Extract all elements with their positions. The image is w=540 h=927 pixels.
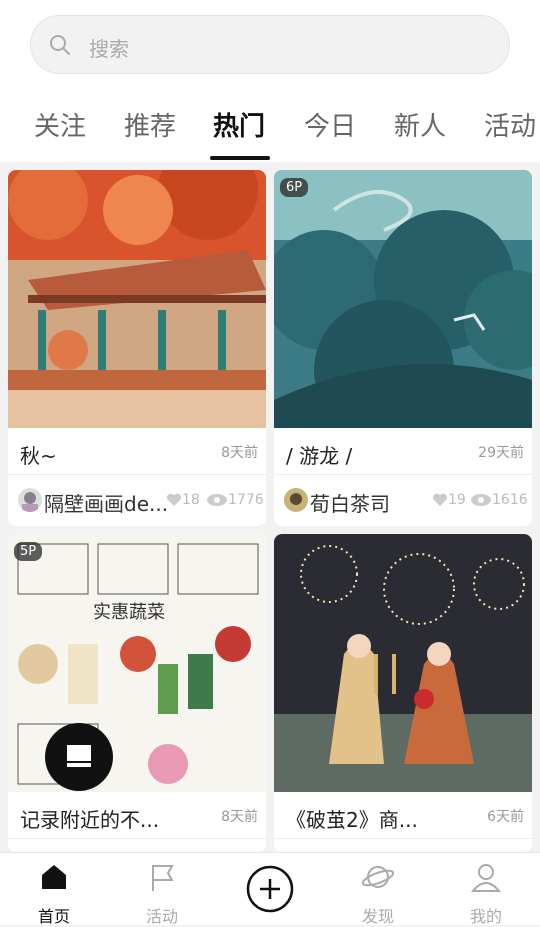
nav-label: 发现 xyxy=(361,907,394,926)
tab-recommend[interactable]: 推荐 xyxy=(124,106,176,143)
like-count: 18 xyxy=(166,492,200,508)
author-name[interactable]: 荀白茶司 xyxy=(310,488,390,517)
post-card[interactable]: 实惠蔬菜 5P 记录附近的不... 8天前 xyxy=(8,534,266,852)
planet-icon xyxy=(362,866,394,888)
divider xyxy=(274,474,532,475)
post-title: 记录附近的不... xyxy=(20,808,160,832)
post-image[interactable] xyxy=(274,170,532,428)
post-age: 29天前 xyxy=(478,445,524,461)
nav-activity[interactable]: 活动 xyxy=(122,853,202,926)
flag-icon xyxy=(152,865,174,891)
active-tab-indicator xyxy=(210,156,270,160)
nav-profile[interactable]: 我的 xyxy=(446,853,526,926)
search-placeholder: 搜索 xyxy=(89,37,129,61)
top-header: 搜索 关注 推荐 热门 今日 新人 活动 xyxy=(0,0,540,162)
post-card[interactable]: 《破茧2》商... 6天前 xyxy=(274,534,532,852)
home-icon xyxy=(42,865,66,889)
eye-icon xyxy=(207,494,227,506)
like-count: 19 xyxy=(432,492,466,508)
tab-today[interactable]: 今日 xyxy=(304,106,356,143)
view-count: 1616 xyxy=(470,492,528,508)
avatar[interactable] xyxy=(18,488,42,512)
view-value: 1616 xyxy=(492,492,528,508)
post-age: 8天前 xyxy=(221,809,258,825)
author-name[interactable]: 隔壁画画de... xyxy=(44,488,168,517)
post-image[interactable] xyxy=(8,170,266,428)
avatar[interactable] xyxy=(284,488,308,512)
post-card[interactable]: 秋~ 8天前 隔壁画画de... 18 1776 xyxy=(8,170,266,526)
tab-events[interactable]: 活动 xyxy=(484,106,536,143)
divider xyxy=(274,838,532,839)
user-icon xyxy=(470,864,502,892)
nav-label: 首页 xyxy=(37,907,70,926)
search-icon xyxy=(50,35,70,55)
post-card[interactable]: 6P / 游龙 / 29天前 荀白茶司 19 1616 xyxy=(274,170,532,526)
post-title: 秋~ xyxy=(20,444,57,468)
tab-follow[interactable]: 关注 xyxy=(34,106,86,143)
tab-hot[interactable]: 热门 xyxy=(213,106,265,143)
heart-icon xyxy=(432,493,448,506)
svg-text:实惠蔬菜: 实惠蔬菜 xyxy=(93,602,165,623)
like-value: 18 xyxy=(182,492,200,508)
page-count-badge: 6P xyxy=(280,178,309,197)
like-value: 19 xyxy=(448,492,466,508)
search-bar[interactable]: 搜索 xyxy=(30,15,510,74)
divider xyxy=(8,838,266,839)
nav-label: 活动 xyxy=(145,907,178,926)
nav-home[interactable]: 首页 xyxy=(14,853,94,926)
post-title: / 游龙 / xyxy=(286,444,353,468)
heart-icon xyxy=(166,493,182,506)
divider xyxy=(8,474,266,475)
post-age: 6天前 xyxy=(487,809,524,825)
panel-icon xyxy=(67,745,91,767)
view-value: 1776 xyxy=(228,492,264,508)
bottom-nav: 首页 活动 发现 我的 xyxy=(0,852,540,926)
eye-icon xyxy=(471,494,491,506)
post-image[interactable] xyxy=(274,534,532,792)
nav-discover[interactable]: 发现 xyxy=(338,853,418,926)
category-tabs: 关注 推荐 热门 今日 新人 活动 xyxy=(0,100,540,162)
post-title: 《破茧2》商... xyxy=(286,808,418,832)
floating-action-button[interactable] xyxy=(45,723,113,791)
page-count-badge: 5P xyxy=(14,542,43,561)
create-post-icon[interactable] xyxy=(246,865,294,913)
tab-newcomer[interactable]: 新人 xyxy=(394,106,446,143)
post-age: 8天前 xyxy=(221,445,258,461)
nav-label: 我的 xyxy=(469,907,502,926)
view-count: 1776 xyxy=(206,492,264,508)
